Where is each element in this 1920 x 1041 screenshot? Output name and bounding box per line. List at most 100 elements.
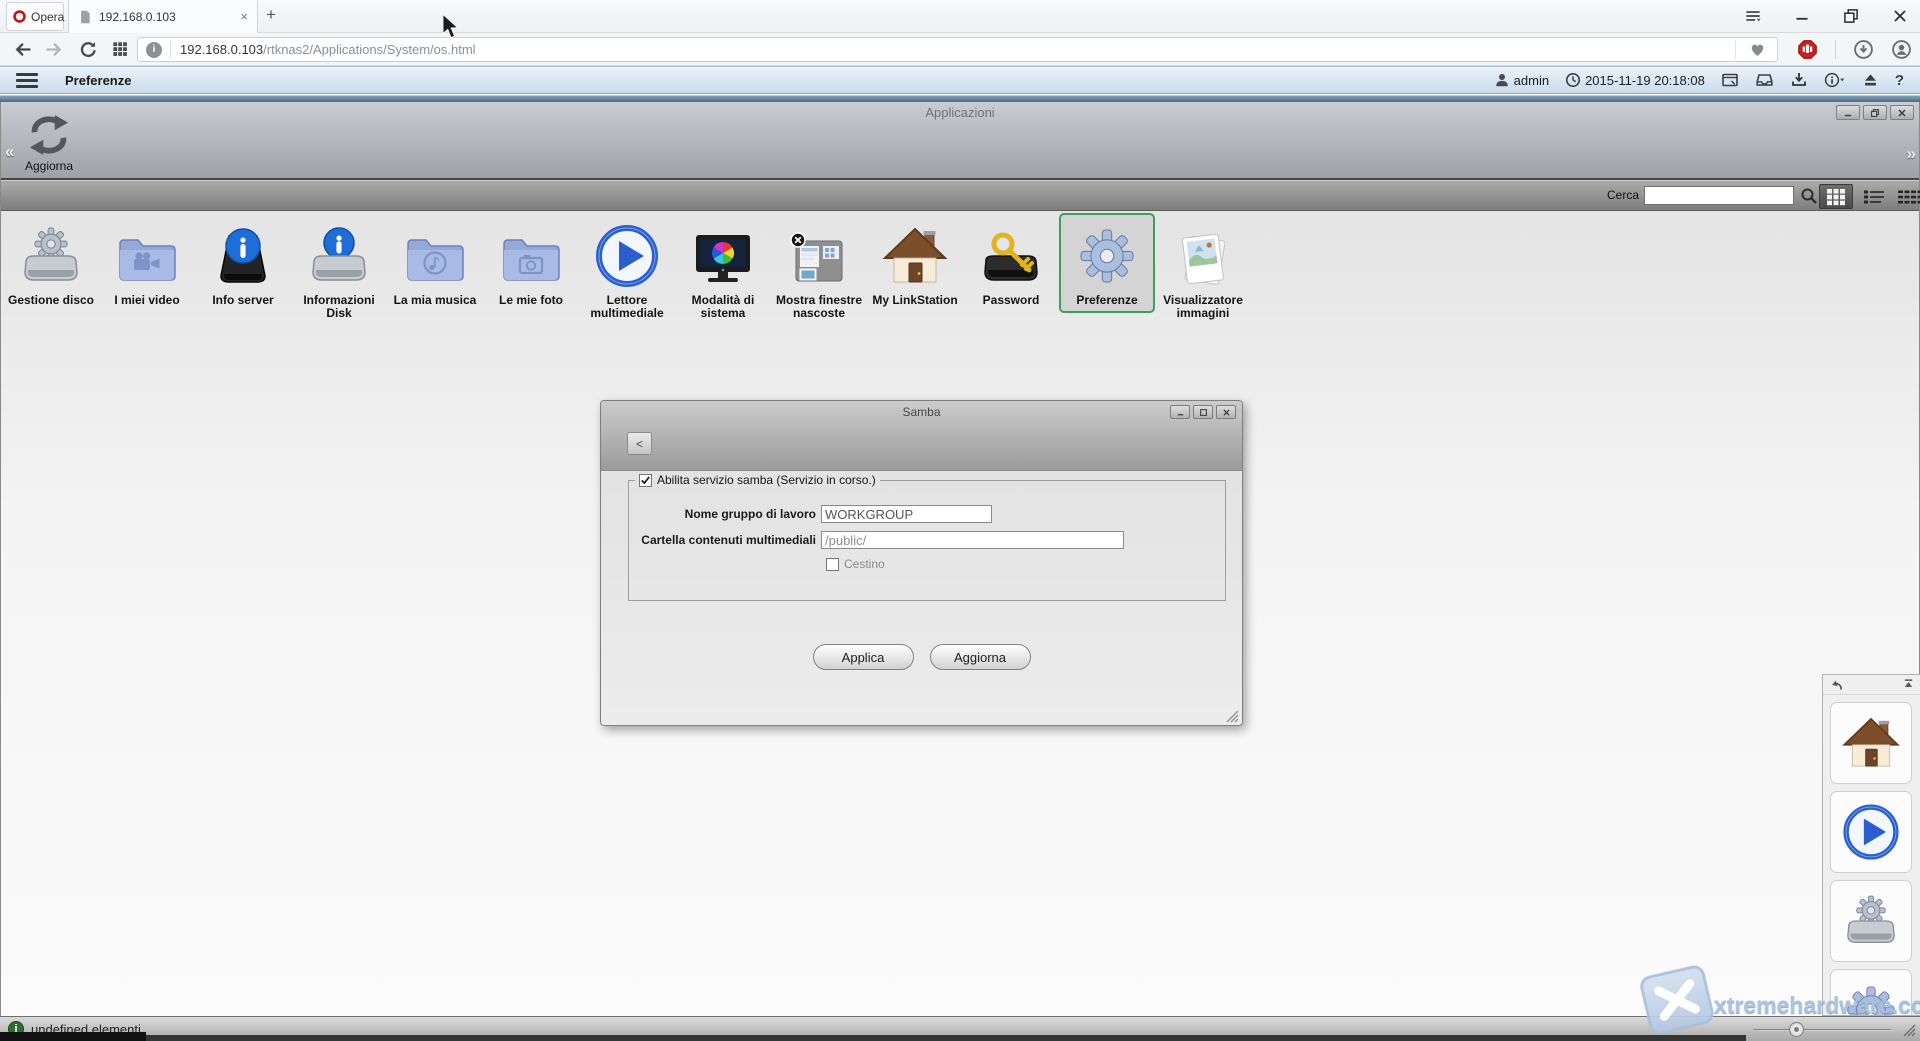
dock-collapse-icon[interactable] xyxy=(1902,678,1915,691)
enable-samba-label: Abilita servizio samba (Servizio in cors… xyxy=(657,473,876,487)
info-dropdown-icon[interactable] xyxy=(1824,71,1846,89)
window-manager-icon[interactable] xyxy=(1721,71,1739,89)
app-icon-gestione-disco[interactable]: Gestione disco xyxy=(3,213,99,313)
url-field[interactable]: i 192.168.0.103 /rtknas2/Applications/Sy… xyxy=(137,37,1778,62)
app-icon-info-server[interactable]: Info server xyxy=(195,213,291,313)
opera-logo-icon xyxy=(12,9,27,24)
app-icon-lettore-multimediale[interactable]: Lettore multimediale xyxy=(579,213,675,326)
dock-item-preferences[interactable] xyxy=(1830,969,1912,1016)
window-restore-icon[interactable] xyxy=(1841,6,1861,26)
server-info-icon xyxy=(206,219,280,293)
play-circle-icon xyxy=(590,219,664,293)
dock-undo-icon[interactable] xyxy=(1829,678,1843,692)
nas-page-title: Preferenze xyxy=(65,73,131,88)
dialog-refresh-button[interactable]: Aggiorna xyxy=(930,644,1031,670)
reload-icon[interactable] xyxy=(78,39,99,60)
help-icon[interactable]: ? xyxy=(1895,72,1904,89)
search-icon[interactable] xyxy=(1800,187,1818,205)
app-icon-password[interactable]: Password xyxy=(963,213,1059,313)
apps-grid: Gestione disco I miei video Info serverInf… xyxy=(3,213,1251,326)
opera-sidebar-menu-icon[interactable] xyxy=(1743,6,1763,26)
dock-item-my-linkstation[interactable] xyxy=(1830,702,1912,784)
window-close-icon[interactable] xyxy=(1890,6,1910,26)
enable-samba-checkbox[interactable] xyxy=(639,474,652,487)
app-icon-la-mia-musica[interactable]: La mia musica xyxy=(387,213,483,313)
search-input[interactable] xyxy=(1644,186,1794,205)
tab-close-icon[interactable]: × xyxy=(240,9,248,24)
app-icon-preferenze[interactable]: Preferenze xyxy=(1059,213,1155,313)
dialog-back-button[interactable]: < xyxy=(627,432,652,455)
window-minimize-icon[interactable] xyxy=(1792,6,1812,26)
monitor-color-icon xyxy=(686,219,760,293)
trash-checkbox[interactable] xyxy=(826,558,839,571)
dialog-close-icon[interactable] xyxy=(1216,405,1236,419)
logged-user[interactable]: admin xyxy=(1494,72,1549,88)
grid-view-button[interactable] xyxy=(1819,184,1853,209)
detail-view-button[interactable] xyxy=(1893,184,1920,209)
app-label: I miei video xyxy=(114,294,179,307)
zoom-slider-knob[interactable] xyxy=(1789,1022,1804,1037)
browser-tab[interactable]: 192.168.0.103 × xyxy=(68,0,258,33)
bookmark-heart-icon[interactable] xyxy=(1735,40,1769,59)
opera-menu-button[interactable]: Opera xyxy=(6,2,64,31)
site-info-icon[interactable]: i xyxy=(146,42,162,58)
app-icon-mostra-finestre-nascoste[interactable]: Mostra finestre nascoste xyxy=(771,213,867,326)
device-tray-icon[interactable] xyxy=(1755,71,1774,89)
forward-icon[interactable] xyxy=(44,39,65,60)
toolbar-separator xyxy=(0,95,1920,102)
opera-brand-label: Opera xyxy=(31,10,64,24)
media-folder-input[interactable] xyxy=(821,531,1124,549)
zoom-slider-track[interactable] xyxy=(1753,1029,1891,1031)
workgroup-input[interactable] xyxy=(821,505,992,523)
app-restore-icon[interactable] xyxy=(1863,105,1887,120)
app-icon-le-mie-foto[interactable]: Le mie foto xyxy=(483,213,579,313)
folder-music-icon xyxy=(398,219,472,293)
dialog-maximize-icon[interactable] xyxy=(1193,405,1213,419)
new-tab-button[interactable]: + xyxy=(266,5,276,25)
dialog-resize-grip[interactable] xyxy=(1226,710,1239,723)
dock-item-media-player[interactable] xyxy=(1830,791,1912,873)
bottom-edge xyxy=(0,1035,1746,1041)
app-icon-visualizzatore-immagini[interactable]: Visualizzatore immagini xyxy=(1155,213,1251,326)
refresh-label: Aggiorna xyxy=(17,159,81,173)
download-tray-icon[interactable] xyxy=(1790,71,1808,89)
tab-title: 192.168.0.103 xyxy=(99,10,233,24)
profile-icon[interactable] xyxy=(1891,39,1912,60)
app-icon-my-linkstation[interactable]: My LinkStation xyxy=(867,213,963,313)
nas-menu-icon[interactable] xyxy=(16,73,38,88)
app-label: Mostra finestre nascoste xyxy=(773,294,865,320)
app-icon-modalit-di-sistema[interactable]: Modalità di sistema xyxy=(675,213,771,326)
app-icon-informazioni-disk[interactable]: Informazioni Disk xyxy=(291,213,387,326)
disk-gear-icon xyxy=(1839,889,1903,953)
speed-dial-icon[interactable] xyxy=(110,39,130,59)
window-resize-grip[interactable] xyxy=(1902,1023,1916,1037)
workgroup-label: Nome gruppo di lavoro xyxy=(629,507,821,521)
samba-dialog: Samba < Abilita servizio samba (Servizio… xyxy=(600,400,1243,726)
clock-icon xyxy=(1565,72,1581,88)
dialog-minimize-icon[interactable] xyxy=(1170,405,1190,419)
applications-window-header: Applicazioni « » Aggiorna xyxy=(1,102,1919,180)
samba-fieldset: Abilita servizio samba (Servizio in cors… xyxy=(628,473,1226,601)
app-icon-i-miei-video[interactable]: I miei video xyxy=(99,213,195,313)
collapse-left-icon[interactable]: « xyxy=(5,142,14,162)
browser-tab-strip: Opera 192.168.0.103 × + xyxy=(0,0,1920,33)
list-view-button[interactable] xyxy=(1857,184,1891,209)
refresh-button[interactable]: Aggiorna xyxy=(17,114,81,173)
adblock-badge-icon[interactable] xyxy=(1797,39,1818,60)
system-clock: 2015-11-19 20:18:08 xyxy=(1565,72,1705,88)
disk-gear-icon xyxy=(14,219,88,293)
browser-address-bar: i 192.168.0.103 /rtknas2/Applications/Sy… xyxy=(0,33,1920,66)
apply-button[interactable]: Applica xyxy=(813,644,914,670)
back-icon[interactable] xyxy=(12,39,33,60)
downloads-icon[interactable] xyxy=(1853,39,1874,60)
gear-icon xyxy=(1839,978,1903,1016)
app-minimize-icon[interactable] xyxy=(1836,105,1860,120)
bottom-left-block xyxy=(0,1032,146,1041)
app-label: My LinkStation xyxy=(872,294,957,307)
collapse-right-icon[interactable]: » xyxy=(1907,144,1916,164)
username-label: admin xyxy=(1514,73,1549,88)
eject-icon[interactable] xyxy=(1862,72,1879,89)
samba-dialog-header[interactable]: Samba < xyxy=(601,401,1242,471)
app-close-icon[interactable] xyxy=(1890,105,1914,120)
dock-item-disk-management[interactable] xyxy=(1830,880,1912,962)
